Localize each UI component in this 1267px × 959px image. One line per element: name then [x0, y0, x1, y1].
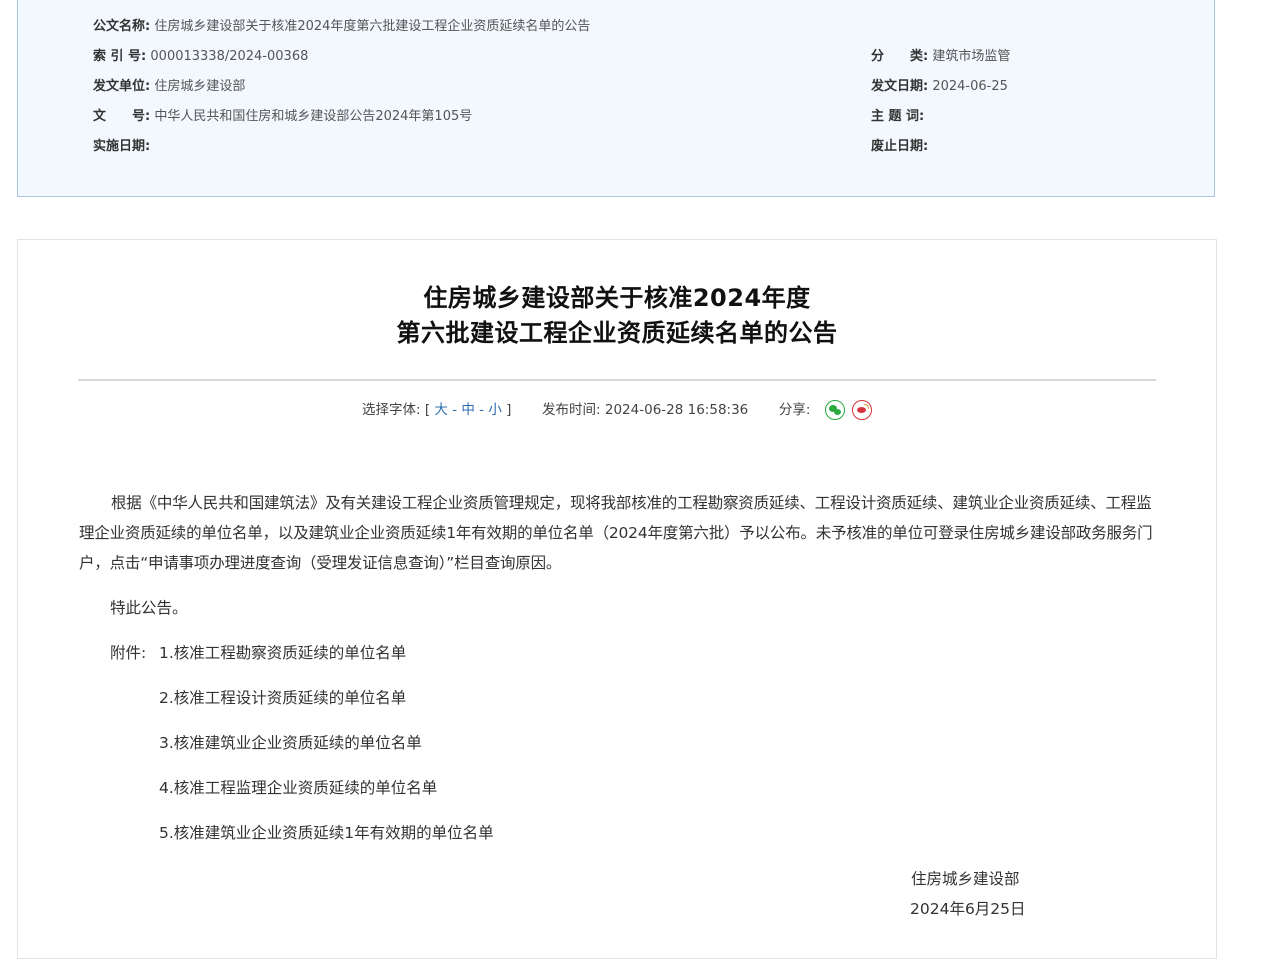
expiry-date-label: 废止日期: — [871, 139, 929, 154]
separator: - — [479, 402, 485, 418]
font-size-label: 选择字体: — [361, 402, 421, 418]
article-title-line-2: 第六批建设工程企业资质延续名单的公告 — [396, 319, 838, 347]
attachment-link-3[interactable]: 3.核准建筑业企业资质延续的单位名单 — [159, 731, 422, 753]
publish-time-value: 2024-06-28 16:58:36 — [604, 402, 749, 418]
attachment-link-1[interactable]: 1.核准工程勘察资质延续的单位名单 — [159, 641, 406, 663]
index-row: 索 引 号: 000013338/2024-00368 — [93, 48, 308, 66]
category-row: 分 类: 建筑市场监管 — [871, 48, 1010, 66]
category-value: 建筑市场监管 — [932, 49, 1011, 64]
doc-name-value: 住房城乡建设部关于核准2024年度第六批建设工程企业资质延续名单的公告 — [154, 19, 591, 34]
doc-number-label: 文 号: — [93, 109, 151, 124]
article-toolbar: 选择字体: [ 大 - 中 - 小 ] 发布时间: 2024-06-28 16:… — [18, 399, 1216, 421]
issue-date-value: 2024-06-25 — [932, 79, 1008, 94]
document-metadata-panel: 公文名称: 住房城乡建设部关于核准2024年度第六批建设工程企业资质延续名单的公… — [17, 0, 1215, 197]
publish-time-label: 发布时间: — [542, 402, 601, 418]
doc-number-row: 文 号: 中华人民共和国住房和城乡建设部公告2024年第105号 — [93, 108, 472, 126]
article-title-line-1: 住房城乡建设部关于核准2024年度 — [423, 284, 811, 312]
sign-date: 2024年6月25日 — [910, 900, 1026, 918]
keywords-label: 主 题 词: — [871, 109, 925, 124]
title-divider — [78, 379, 1156, 381]
attachment-link-4[interactable]: 4.核准工程监理企业资质延续的单位名单 — [159, 776, 437, 798]
doc-name-row: 公文名称: 住房城乡建设部关于核准2024年度第六批建设工程企业资质延续名单的公… — [93, 18, 590, 36]
font-size-small-link[interactable]: 小 — [488, 402, 502, 418]
index-label: 索 引 号: — [93, 49, 147, 64]
issuer-label: 发文单位: — [93, 79, 151, 94]
closing-text: 特此公告。 — [110, 599, 188, 617]
effective-date-row: 实施日期: — [93, 138, 150, 156]
bracket-open: [ — [424, 402, 431, 418]
issue-date-row: 发文日期: 2024-06-25 — [871, 78, 1008, 96]
category-label: 分 类: — [871, 49, 929, 64]
index-value: 000013338/2024-00368 — [150, 49, 309, 64]
keywords-row: 主 题 词: — [871, 108, 924, 126]
signature: 住房城乡建设部 — [911, 870, 1020, 888]
share-label: 分享: — [778, 402, 811, 418]
doc-number-value: 中华人民共和国住房和城乡建设部公告2024年第105号 — [154, 109, 473, 124]
attachment-link-2[interactable]: 2.核准工程设计资质延续的单位名单 — [159, 686, 406, 708]
issue-date-label: 发文日期: — [871, 79, 929, 94]
expiry-date-row: 废止日期: — [871, 138, 928, 156]
issuer-row: 发文单位: 住房城乡建设部 — [93, 78, 245, 96]
attachment-label: 附件: — [110, 644, 147, 662]
doc-name-label: 公文名称: — [93, 19, 151, 34]
font-size-medium-link[interactable]: 中 — [461, 402, 475, 418]
body-paragraph: 根据《中华人民共和国建筑法》及有关建设工程企业资质管理规定，现将我部核准的工程勘… — [79, 494, 1153, 572]
bracket-close: ] — [506, 402, 512, 418]
effective-date-label: 实施日期: — [93, 139, 151, 154]
article-panel: 住房城乡建设部关于核准2024年度 第六批建设工程企业资质延续名单的公告 选择字… — [17, 239, 1217, 959]
wechat-icon[interactable] — [824, 400, 845, 420]
separator: - — [452, 402, 458, 418]
weibo-icon[interactable] — [852, 400, 873, 420]
attachment-link-5[interactable]: 5.核准建筑业企业资质延续1年有效期的单位名单 — [159, 821, 494, 843]
article-body: 根据《中华人民共和国建筑法》及有关建设工程企业资质管理规定，现将我部核准的工程勘… — [79, 488, 1159, 578]
font-size-large-link[interactable]: 大 — [434, 402, 448, 418]
issuer-value: 住房城乡建设部 — [154, 79, 246, 94]
